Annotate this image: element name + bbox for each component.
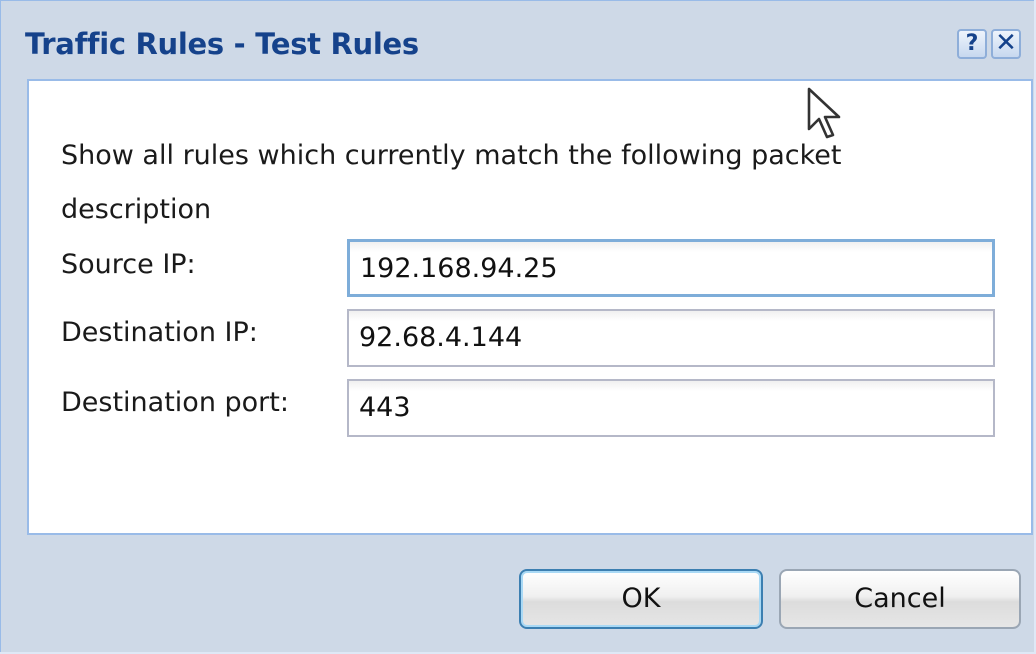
destination-ip-label: Destination IP: bbox=[61, 317, 258, 348]
destination-port-input[interactable]: 443 bbox=[347, 379, 995, 437]
destination-port-label: Destination port: bbox=[61, 387, 289, 418]
close-icon[interactable]: ✕ bbox=[991, 29, 1021, 59]
dialog-body: Show all rules which currently match the… bbox=[27, 79, 1033, 535]
source-ip-input[interactable]: 192.168.94.25 bbox=[347, 239, 995, 297]
cancel-button[interactable]: Cancel bbox=[779, 569, 1021, 629]
help-icon[interactable]: ? bbox=[957, 29, 987, 59]
source-ip-label: Source IP: bbox=[61, 249, 196, 280]
destination-ip-input[interactable]: 92.68.4.144 bbox=[347, 309, 995, 367]
traffic-rules-dialog: Traffic Rules - Test Rules ? ✕ Show all … bbox=[0, 0, 1034, 652]
mouse-pointer-icon bbox=[807, 87, 841, 139]
ok-button[interactable]: OK bbox=[519, 569, 763, 629]
dialog-titlebar[interactable]: Traffic Rules - Test Rules ? ✕ bbox=[1, 1, 1034, 79]
description-text: Show all rules which currently match the… bbox=[61, 140, 842, 225]
dialog-title: Traffic Rules - Test Rules bbox=[25, 27, 419, 61]
